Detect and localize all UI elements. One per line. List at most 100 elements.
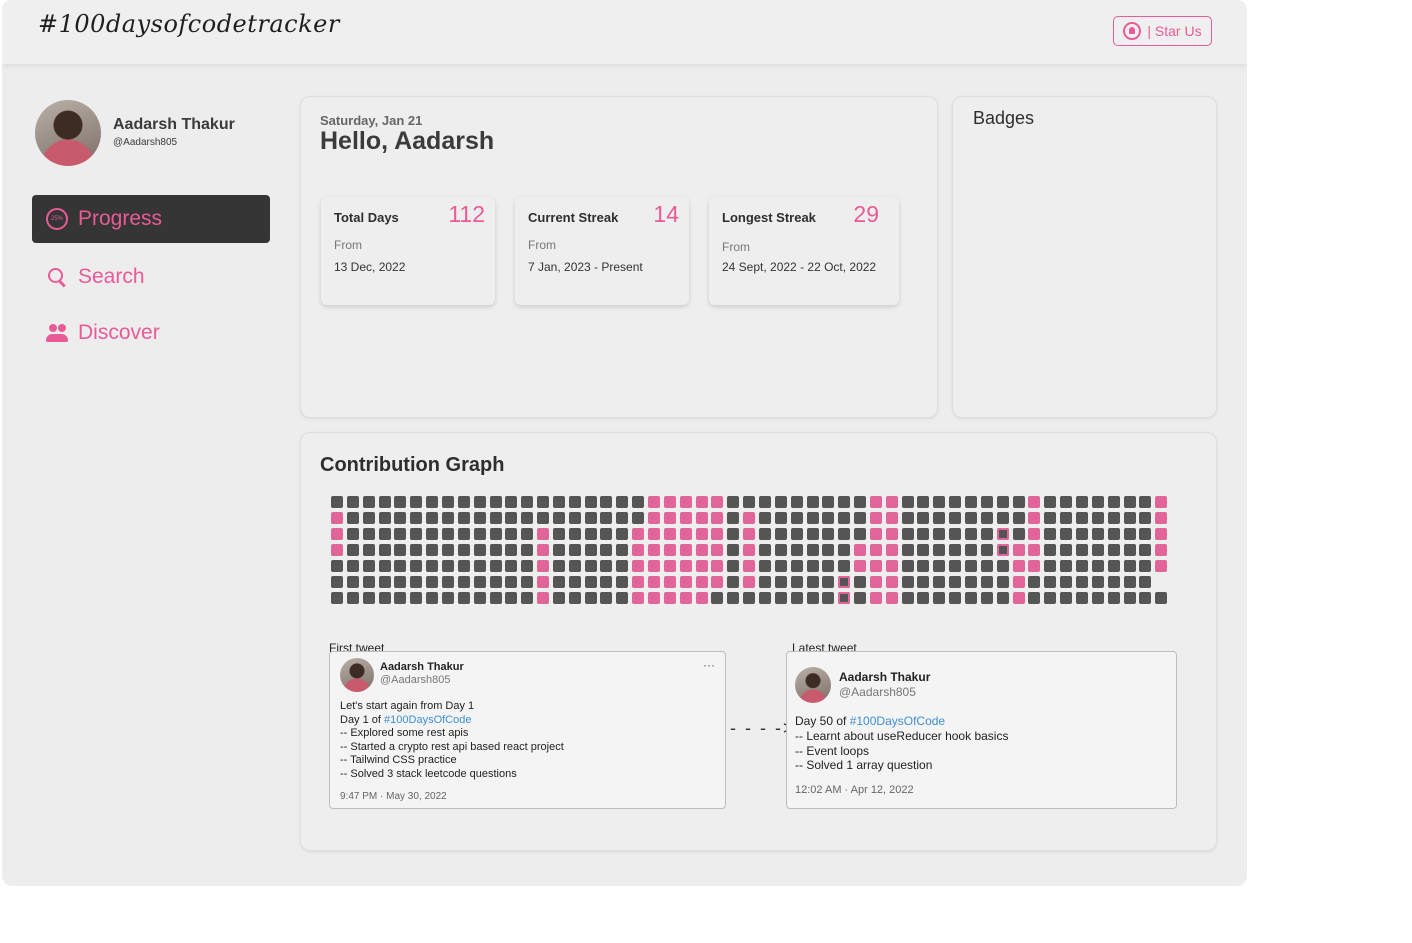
contribution-cell[interactable]	[1075, 576, 1088, 588]
contribution-cell[interactable]	[1075, 592, 1088, 604]
contribution-cell[interactable]	[1075, 560, 1088, 572]
contribution-cell[interactable]	[758, 576, 771, 588]
contribution-cell[interactable]	[1091, 496, 1104, 508]
contribution-cell[interactable]	[774, 592, 787, 604]
contribution-cell[interactable]	[695, 560, 708, 572]
contribution-cell[interactable]	[394, 576, 407, 588]
contribution-cell[interactable]	[965, 560, 977, 572]
contribution-cell[interactable]	[410, 592, 423, 604]
contribution-cell[interactable]	[806, 560, 819, 572]
contribution-cell[interactable]	[537, 592, 550, 604]
contribution-cell[interactable]	[346, 560, 359, 572]
contribution-cell[interactable]	[505, 512, 518, 524]
contribution-cell[interactable]	[869, 544, 882, 556]
contribution-cell[interactable]	[346, 512, 359, 524]
contribution-cell[interactable]	[537, 544, 550, 556]
contribution-cell[interactable]	[1012, 560, 1025, 572]
contribution-cell[interactable]	[949, 496, 962, 508]
contribution-cell[interactable]	[854, 496, 867, 508]
contribution-cell[interactable]	[996, 512, 1009, 524]
contribution-cell[interactable]	[632, 560, 645, 572]
contribution-cell[interactable]	[679, 512, 692, 524]
contribution-cell[interactable]	[774, 560, 787, 572]
contribution-cell[interactable]	[568, 544, 581, 556]
contribution-cell[interactable]	[521, 496, 534, 508]
contribution-cell[interactable]	[695, 496, 708, 508]
contribution-cell[interactable]	[457, 576, 470, 588]
contribution-cell[interactable]	[996, 592, 1009, 604]
contribution-cell[interactable]	[441, 576, 454, 588]
contribution-cell[interactable]	[584, 544, 597, 556]
contribution-cell[interactable]	[822, 576, 835, 588]
contribution-cell[interactable]	[1060, 544, 1073, 556]
contribution-cell[interactable]	[1075, 544, 1088, 556]
contribution-cell[interactable]	[616, 528, 629, 540]
contribution-cell[interactable]	[331, 544, 343, 556]
contribution-cell[interactable]	[790, 592, 803, 604]
contribution-cell[interactable]	[521, 544, 534, 556]
contribution-cell[interactable]	[1123, 592, 1136, 604]
contribution-cell[interactable]	[1091, 528, 1104, 540]
contribution-cell[interactable]	[949, 512, 962, 524]
contribution-cell[interactable]	[552, 496, 565, 508]
contribution-cell[interactable]	[521, 512, 534, 524]
contribution-cell[interactable]	[584, 592, 597, 604]
contribution-cell[interactable]	[933, 496, 946, 508]
contribution-cell[interactable]	[806, 592, 819, 604]
contribution-cell[interactable]	[521, 528, 534, 540]
contribution-cell[interactable]	[1091, 544, 1104, 556]
contribution-cell[interactable]	[822, 496, 835, 508]
contribution-cell[interactable]	[346, 576, 359, 588]
contribution-cell[interactable]	[901, 496, 914, 508]
contribution-cell[interactable]	[1044, 496, 1057, 508]
contribution-cell[interactable]	[1075, 496, 1088, 508]
contribution-cell[interactable]	[743, 496, 756, 508]
contribution-cell[interactable]	[727, 560, 740, 572]
contribution-cell[interactable]	[648, 528, 660, 540]
contribution-cell[interactable]	[774, 576, 787, 588]
contribution-cell[interactable]	[568, 576, 581, 588]
contribution-cell[interactable]	[679, 592, 692, 604]
contribution-cell[interactable]	[616, 544, 629, 556]
contribution-cell[interactable]	[838, 544, 851, 556]
contribution-cell[interactable]	[774, 496, 787, 508]
contribution-cell[interactable]	[869, 512, 882, 524]
contribution-cell[interactable]	[869, 496, 882, 508]
contribution-cell[interactable]	[441, 544, 454, 556]
contribution-cell[interactable]	[695, 528, 708, 540]
contribution-cell[interactable]	[537, 496, 550, 508]
star-us-button[interactable]: | Star Us	[1113, 16, 1212, 46]
contribution-cell[interactable]	[727, 544, 740, 556]
contribution-cell[interactable]	[505, 496, 518, 508]
contribution-cell[interactable]	[648, 576, 660, 588]
contribution-cell[interactable]	[1139, 544, 1152, 556]
contribution-cell[interactable]	[695, 592, 708, 604]
contribution-cell[interactable]	[758, 528, 771, 540]
contribution-cell[interactable]	[885, 512, 898, 524]
contribution-cell[interactable]	[965, 544, 977, 556]
contribution-cell[interactable]	[378, 560, 391, 572]
contribution-cell[interactable]	[743, 544, 756, 556]
contribution-cell[interactable]	[711, 592, 724, 604]
contribution-cell[interactable]	[996, 544, 1009, 556]
contribution-cell[interactable]	[331, 528, 343, 540]
contribution-cell[interactable]	[1107, 576, 1120, 588]
contribution-cell[interactable]	[584, 576, 597, 588]
contribution-cell[interactable]	[1028, 528, 1041, 540]
contribution-cell[interactable]	[1028, 576, 1041, 588]
contribution-cell[interactable]	[1155, 592, 1168, 604]
contribution-cell[interactable]	[537, 576, 550, 588]
contribution-cell[interactable]	[1028, 544, 1041, 556]
contribution-cell[interactable]	[774, 512, 787, 524]
contribution-cell[interactable]	[838, 496, 851, 508]
contribution-cell[interactable]	[1012, 528, 1025, 540]
contribution-cell[interactable]	[505, 544, 518, 556]
contribution-cell[interactable]	[854, 592, 867, 604]
contribution-cell[interactable]	[362, 592, 375, 604]
contribution-cell[interactable]	[346, 528, 359, 540]
contribution-cell[interactable]	[854, 560, 867, 572]
contribution-cell[interactable]	[980, 560, 993, 572]
contribution-cell[interactable]	[1155, 496, 1168, 508]
contribution-cell[interactable]	[695, 512, 708, 524]
sidebar-item-discover[interactable]: Discover	[32, 309, 270, 357]
